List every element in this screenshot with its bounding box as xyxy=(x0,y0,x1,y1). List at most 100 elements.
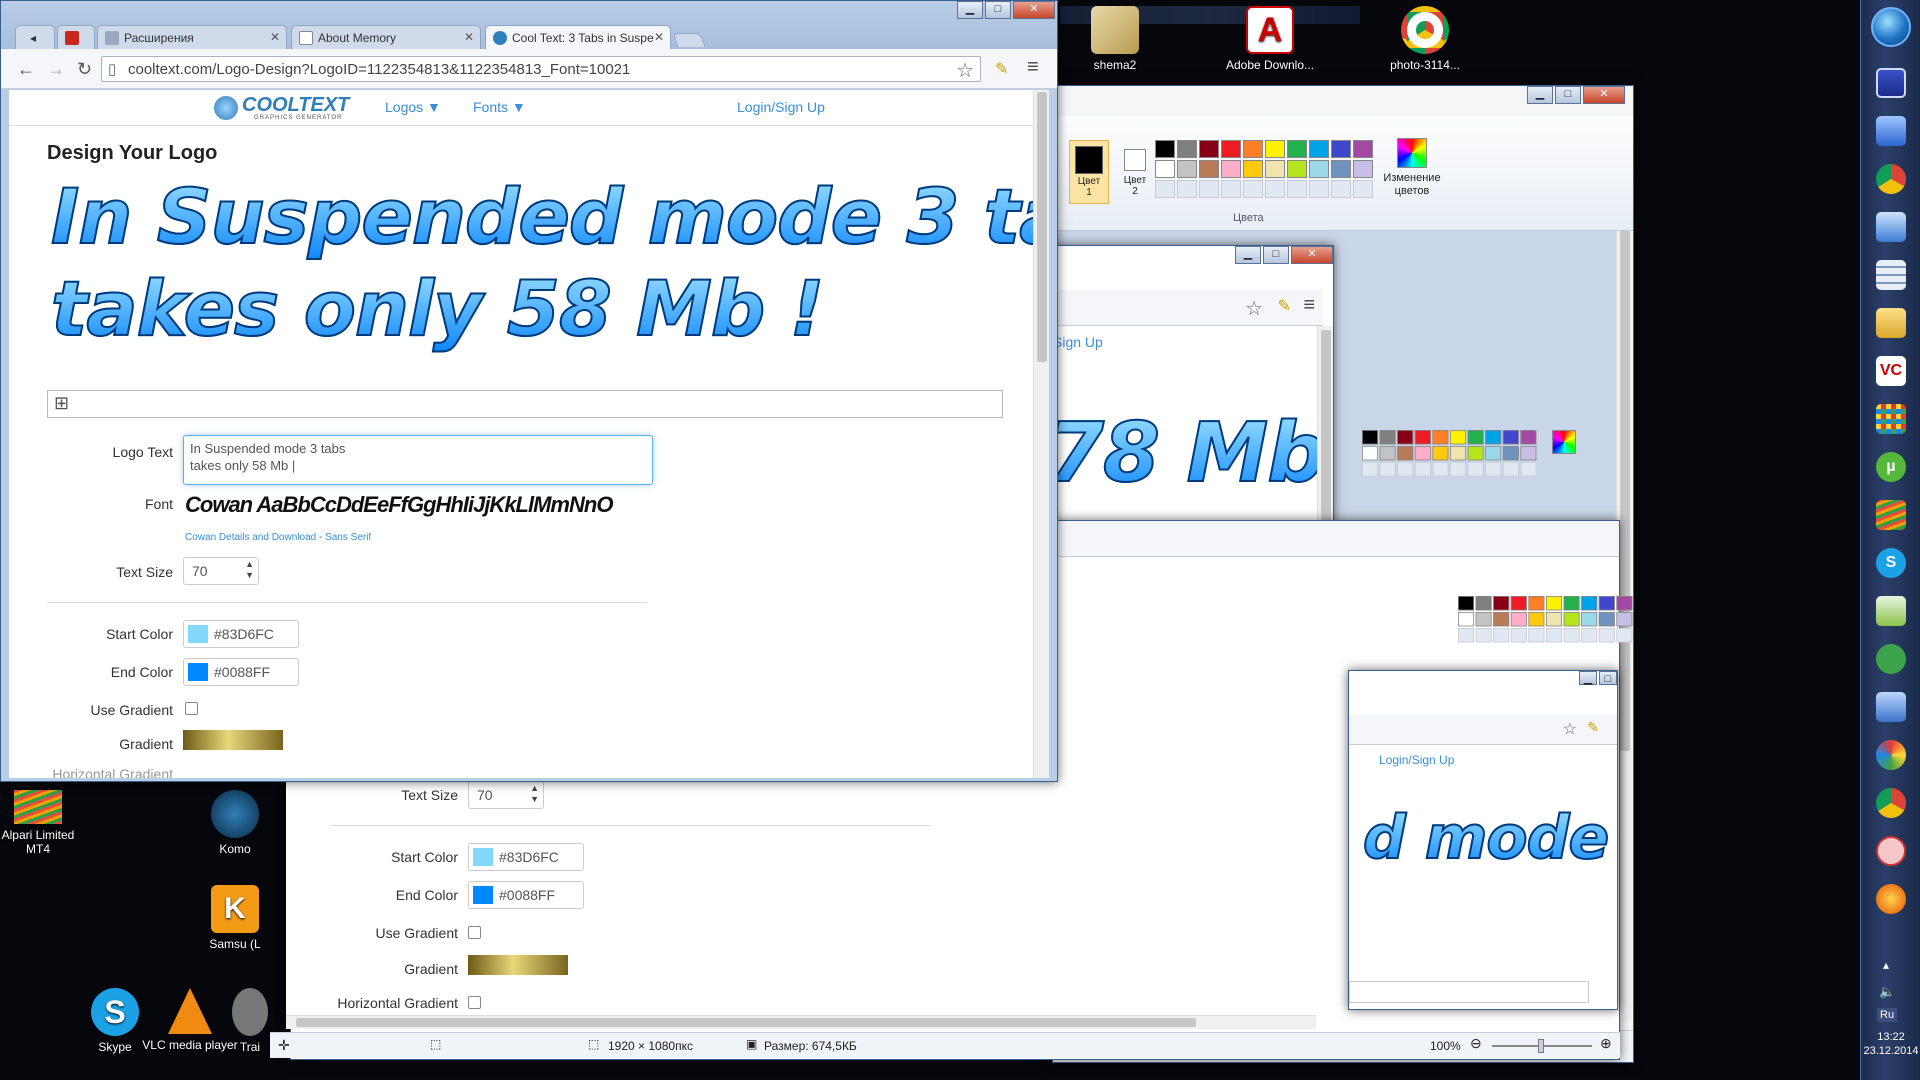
palette-color[interactable] xyxy=(1177,140,1197,158)
palette-color[interactable] xyxy=(1397,446,1414,461)
palette-color[interactable] xyxy=(1414,462,1431,477)
gradient-preview[interactable] xyxy=(183,730,283,750)
palette-color[interactable] xyxy=(1450,462,1466,477)
new-tab-button[interactable] xyxy=(672,33,706,47)
zoom-in-icon[interactable]: ⊕ xyxy=(1600,1035,1612,1052)
maximize-button[interactable]: □ xyxy=(1599,671,1617,685)
start-button[interactable] xyxy=(1867,6,1915,48)
spinner-arrows-icon[interactable]: ▲ ▼ xyxy=(530,783,539,805)
palette-color[interactable] xyxy=(1563,612,1580,627)
taskbar-vc[interactable]: VC xyxy=(1867,350,1915,392)
palette-color[interactable] xyxy=(1287,160,1307,178)
desktop-icon-adobe[interactable]: A Adobe Downlo... xyxy=(1220,6,1320,72)
palette-color[interactable] xyxy=(1520,446,1537,461)
start-color-input[interactable]: #83D6FC xyxy=(468,843,584,871)
palette-color[interactable] xyxy=(1155,180,1175,198)
font-category-link[interactable]: Sans Serif xyxy=(325,532,371,543)
palette-color[interactable] xyxy=(1331,140,1351,158)
start-color-input[interactable]: #83D6FC xyxy=(183,620,299,648)
palette-color[interactable] xyxy=(1287,180,1307,198)
palette-color[interactable] xyxy=(1155,140,1175,158)
palette-color[interactable] xyxy=(1221,140,1241,158)
use-gradient-checkbox[interactable] xyxy=(468,926,481,939)
color-palette[interactable] xyxy=(1155,140,1373,198)
palette-color[interactable] xyxy=(1243,140,1263,158)
palette-color[interactable] xyxy=(1353,160,1373,178)
tab-back[interactable]: ◂ xyxy=(15,25,55,49)
palette-color[interactable] xyxy=(1432,430,1449,445)
login-link-2[interactable]: Login/Sign Up xyxy=(1379,753,1454,767)
taskbar-floppy[interactable] xyxy=(1867,62,1915,104)
clock[interactable]: 13:22 23.12.2014 xyxy=(1861,1030,1920,1058)
palette-color[interactable] xyxy=(1243,160,1263,178)
palette-color[interactable] xyxy=(1493,612,1510,627)
minimize-button[interactable]: ▁ xyxy=(1579,671,1597,685)
palette-color[interactable] xyxy=(1199,180,1219,198)
logo-text-input[interactable]: In Suspended mode 3 tabs takes only 58 M… xyxy=(183,435,653,485)
palette-color[interactable] xyxy=(1485,446,1502,461)
palette-color[interactable] xyxy=(1309,160,1329,178)
palette-color[interactable] xyxy=(1581,596,1598,611)
extension-icon[interactable]: ✎ xyxy=(1587,719,1599,736)
close-button[interactable]: ✕ xyxy=(1291,246,1333,264)
taskbar-monitor[interactable] xyxy=(1867,206,1915,248)
minimize-button[interactable]: ▁ xyxy=(957,1,983,19)
palette-color[interactable] xyxy=(1475,628,1492,643)
palette-color[interactable] xyxy=(1265,160,1285,178)
palette-color[interactable] xyxy=(1287,140,1307,158)
palette-color[interactable] xyxy=(1616,612,1633,627)
palette-color[interactable] xyxy=(1502,430,1519,445)
color-palette-3[interactable] xyxy=(1458,596,1633,643)
color2-button[interactable]: Цвет 2 xyxy=(1115,140,1155,204)
palette-color[interactable] xyxy=(1397,462,1414,477)
maximize-button[interactable]: □ xyxy=(985,1,1011,19)
spinner-arrows-icon[interactable]: ▲ ▼ xyxy=(245,559,254,581)
taskbar-snipping[interactable] xyxy=(1867,830,1915,872)
desktop-icon-photo[interactable]: photo-3114... xyxy=(1375,6,1475,72)
palette-color[interactable] xyxy=(1243,180,1263,198)
palette-color[interactable] xyxy=(1450,430,1466,445)
page-vscroll[interactable] xyxy=(1033,90,1049,778)
close-button[interactable]: ✕ xyxy=(1013,1,1055,19)
palette-color[interactable] xyxy=(1309,140,1329,158)
forward-arrow-icon[interactable]: → xyxy=(47,59,65,80)
font-details-link[interactable]: Cowan Details and Download xyxy=(185,532,316,543)
palette-color[interactable] xyxy=(1502,446,1519,461)
font-sample[interactable]: Cowan AaBbCcDdEeFfGgHhIiJjKkLlMmNnO xyxy=(185,492,613,518)
end-color-input[interactable]: #0088FF xyxy=(183,658,299,686)
taskbar-utorrent[interactable]: µ xyxy=(1867,446,1915,488)
palette-color[interactable] xyxy=(1309,180,1329,198)
taskbar-folder[interactable] xyxy=(1867,302,1915,344)
background-hscroll[interactable] xyxy=(286,1015,1316,1029)
chrome-menu-icon[interactable]: ≡ xyxy=(1027,56,1039,79)
palette-color[interactable] xyxy=(1598,596,1615,611)
maximize-button[interactable]: □ xyxy=(1555,86,1581,104)
palette-color[interactable] xyxy=(1450,446,1466,461)
palette-color[interactable] xyxy=(1467,430,1484,445)
taskbar-calculator[interactable] xyxy=(1867,254,1915,296)
volume-icon[interactable]: 🔈 xyxy=(1879,984,1895,1000)
palette-color[interactable] xyxy=(1475,596,1492,611)
palette-color[interactable] xyxy=(1475,612,1492,627)
palette-color[interactable] xyxy=(1331,160,1351,178)
horizontal-gradient-checkbox[interactable] xyxy=(468,996,481,1009)
taskbar-alpari[interactable] xyxy=(1867,494,1915,536)
end-color-input[interactable]: #0088FF xyxy=(468,881,584,909)
palette-color[interactable] xyxy=(1520,462,1537,477)
add-frame-icon[interactable]: ⊞ xyxy=(54,393,69,414)
address-bar[interactable]: ▯ cooltext.com/Logo-Design?LogoID=112235… xyxy=(101,56,981,82)
text-size-spinner[interactable]: 70 ▲ ▼ xyxy=(183,557,259,585)
maximize-button[interactable]: □ xyxy=(1263,246,1289,264)
palette-color[interactable] xyxy=(1265,180,1285,198)
taskbar-chrome[interactable] xyxy=(1867,158,1915,200)
tab-mail[interactable] xyxy=(57,25,95,49)
palette-color[interactable] xyxy=(1546,612,1562,627)
close-tab-icon[interactable]: ✕ xyxy=(464,30,474,44)
nav-logos[interactable]: Logos ▼ xyxy=(385,99,441,115)
tray-expand-icon[interactable]: ▴ xyxy=(1883,958,1889,972)
palette-color[interactable] xyxy=(1379,462,1396,477)
palette-color[interactable] xyxy=(1528,596,1545,611)
nav-login[interactable]: Login/Sign Up xyxy=(737,99,825,115)
palette-color[interactable] xyxy=(1199,140,1219,158)
star-icon[interactable]: ☆ xyxy=(1563,719,1577,739)
